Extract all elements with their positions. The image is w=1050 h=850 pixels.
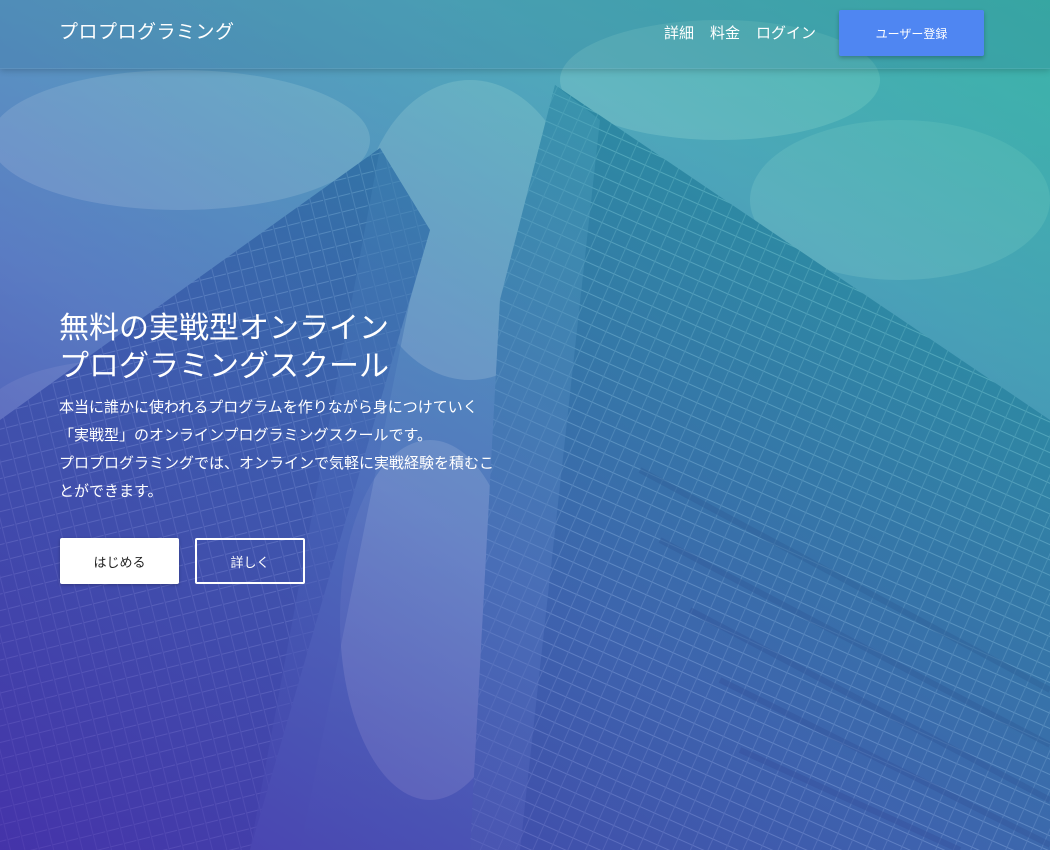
top-navbar: プロプログラミング 詳細 料金 ログイン ユーザー登録 <box>0 0 1050 69</box>
start-button[interactable]: はじめる <box>60 538 179 584</box>
nav-links: 詳細 料金 ログイン <box>664 22 816 43</box>
nav-link-pricing[interactable]: 料金 <box>710 22 740 43</box>
hero-description: 本当に誰かに使われるプログラムを作りながら身につけていく 「実戦型」のオンライン… <box>59 393 529 505</box>
nav-link-login[interactable]: ログイン <box>756 22 816 43</box>
register-button[interactable]: ユーザー登録 <box>839 10 984 56</box>
hero-section: プロプログラミング 詳細 料金 ログイン ユーザー登録 無料の実戦型オンライン … <box>0 0 1050 850</box>
learn-more-button[interactable]: 詳しく <box>195 538 305 584</box>
hero-headline: 無料の実戦型オンライン プログラミングスクール <box>59 310 479 386</box>
description-line: とができます。 <box>59 482 163 500</box>
nav-link-details[interactable]: 詳細 <box>664 22 694 43</box>
headline-line: 無料の実戦型オンライン <box>59 311 389 346</box>
description-line: 「実戦型」のオンラインプログラミングスクールです。 <box>59 426 433 444</box>
headline-line: プログラミングスクール <box>59 349 389 384</box>
description-line: 本当に誰かに使われるプログラムを作りながら身につけていく <box>59 398 478 416</box>
brand-logo[interactable]: プロプログラミング <box>59 17 235 44</box>
description-line: プロプログラミングでは、オンラインで気軽に実戦経験を積むこ <box>59 454 495 472</box>
